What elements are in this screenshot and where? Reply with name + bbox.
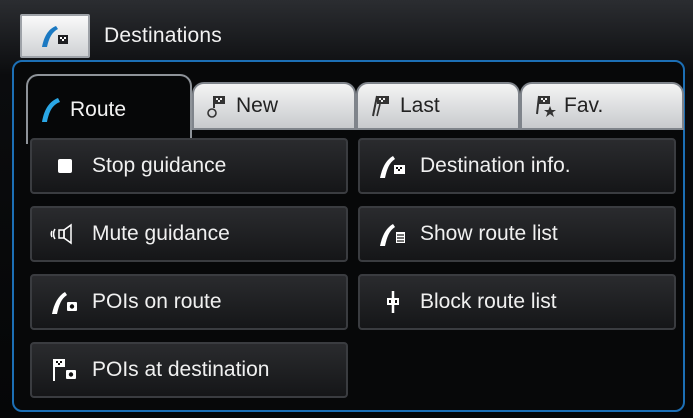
stop-icon — [50, 151, 80, 181]
pois-on-route-button[interactable]: POIs on route — [30, 274, 348, 330]
tab-fav-label: Fav. — [564, 94, 604, 117]
destinations-panel: New Last Fav. Route Stop guidance Destin… — [12, 60, 685, 412]
block-route-list-label: Block route list — [420, 290, 557, 313]
mute-speaker-icon — [50, 219, 80, 249]
stop-guidance-button[interactable]: Stop guidance — [30, 138, 348, 194]
last-destinations-icon — [368, 93, 394, 119]
new-destination-icon — [204, 93, 230, 119]
mute-guidance-label: Mute guidance — [92, 222, 230, 245]
route-icon — [38, 97, 64, 123]
block-route-icon — [378, 287, 408, 317]
show-route-list-label: Show route list — [420, 222, 558, 245]
tab-new[interactable]: New — [192, 82, 356, 130]
tab-new-label: New — [236, 94, 279, 117]
destination-flag-icon[interactable] — [20, 14, 90, 58]
stop-guidance-label: Stop guidance — [92, 154, 227, 177]
pois-at-destination-button[interactable]: POIs at destination — [30, 342, 348, 398]
tab-last-label: Last — [400, 94, 440, 117]
pois-at-destination-label: POIs at destination — [92, 358, 270, 381]
pois-on-route-label: POIs on route — [92, 290, 222, 313]
destination-info-icon — [378, 151, 408, 181]
block-route-list-button[interactable]: Block route list — [358, 274, 676, 330]
tab-bar: New Last Fav. Route — [26, 74, 684, 144]
page-title: Destinations — [104, 24, 222, 47]
tab-last[interactable]: Last — [356, 82, 520, 130]
tab-route[interactable]: Route — [26, 74, 192, 144]
route-list-icon — [378, 219, 408, 249]
destination-info-label: Destination info. — [420, 154, 571, 177]
navigation-screen: Destinations New Last Fav. Route Stop gu… — [0, 0, 693, 418]
title-bar: Destinations — [20, 14, 320, 58]
mute-guidance-button[interactable]: Mute guidance — [30, 206, 348, 262]
favorites-icon — [532, 93, 558, 119]
pois-destination-icon — [50, 355, 80, 385]
pois-route-icon — [50, 287, 80, 317]
tab-route-label: Route — [70, 98, 127, 121]
destination-info-button[interactable]: Destination info. — [358, 138, 676, 194]
show-route-list-button[interactable]: Show route list — [358, 206, 676, 262]
tab-fav[interactable]: Fav. — [520, 82, 684, 130]
